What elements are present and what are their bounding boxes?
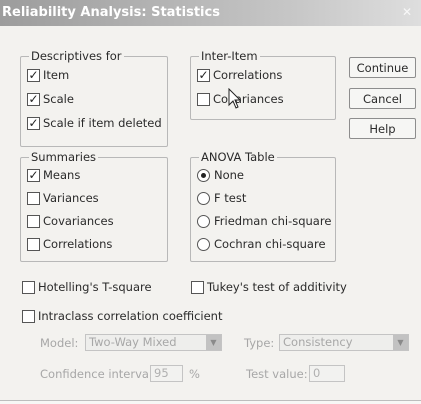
type-label: Type:	[244, 336, 275, 350]
close-icon[interactable]: ✕	[399, 4, 415, 20]
summaries-correlations-checkbox[interactable]	[27, 237, 40, 251]
descriptives-legend: Descriptives for	[29, 49, 124, 63]
anova-cochran-label: Cochran chi-square	[214, 237, 326, 251]
anova-none-label: None	[214, 168, 245, 182]
variances-label: Variances	[43, 191, 99, 205]
variances-checkbox-row[interactable]: Variances	[27, 189, 99, 207]
inter-item-correlations-row[interactable]: ✓ Correlations	[197, 66, 282, 84]
intraclass-checkbox-row[interactable]: Intraclass correlation coefficient	[22, 307, 222, 325]
anova-f-test-row[interactable]: F test	[197, 189, 246, 207]
inter-item-group: Inter-Item ✓ Correlations Covariances	[190, 49, 336, 120]
anova-friedman-row[interactable]: Friedman chi-square	[197, 212, 331, 230]
anova-f-test-radio[interactable]	[197, 191, 210, 205]
help-button[interactable]: Help	[349, 118, 416, 139]
reliability-statistics-dialog: Reliability Analysis: Statistics ✕ Descr…	[0, 0, 421, 401]
item-checkbox[interactable]: ✓	[27, 68, 40, 82]
summaries-group: Summaries ✓ Means Variances Covariances …	[20, 150, 168, 262]
scale-if-item-deleted-checkbox-row[interactable]: ✓ Scale if item deleted	[27, 114, 162, 132]
model-dropdown[interactable]: Two-Way Mixed ▼	[85, 334, 222, 351]
summaries-covariances-checkbox-row[interactable]: Covariances	[27, 212, 114, 230]
hotelling-label: Hotelling's T-square	[38, 280, 152, 294]
anova-table-group: ANOVA Table None F test Friedman chi-squ…	[190, 150, 336, 262]
scale-checkbox[interactable]: ✓	[27, 92, 40, 106]
anova-cochran-radio[interactable]	[197, 237, 210, 251]
intraclass-label: Intraclass correlation coefficient	[38, 309, 223, 323]
cancel-button[interactable]: Cancel	[349, 88, 416, 109]
summaries-correlations-checkbox-row[interactable]: Correlations	[27, 235, 112, 253]
anova-f-test-label: F test	[214, 191, 247, 205]
scale-checkbox-row[interactable]: ✓ Scale	[27, 90, 74, 108]
inter-item-correlations-checkbox[interactable]: ✓	[197, 68, 210, 82]
anova-cochran-row[interactable]: Cochran chi-square	[197, 235, 326, 253]
inter-item-legend: Inter-Item	[199, 49, 260, 63]
scale-if-item-deleted-label: Scale if item deleted	[43, 116, 162, 130]
descriptives-group: Descriptives for ✓ Item ✓ Scale ✓ Scale …	[20, 49, 168, 147]
inter-item-covariances-checkbox[interactable]	[197, 92, 210, 106]
summaries-correlations-label: Correlations	[43, 237, 113, 251]
anova-friedman-label: Friedman chi-square	[214, 214, 332, 228]
inter-item-correlations-label: Correlations	[213, 68, 283, 82]
confidence-percent-label: %	[189, 367, 200, 381]
variances-checkbox[interactable]	[27, 191, 40, 205]
item-label: Item	[43, 68, 70, 82]
tukey-checkbox-row[interactable]: Tukey's test of additivity	[191, 278, 347, 296]
summaries-covariances-label: Covariances	[43, 214, 114, 228]
confidence-interval-label: Confidence interval:	[40, 367, 157, 381]
item-checkbox-row[interactable]: ✓ Item	[27, 66, 69, 84]
type-dropdown[interactable]: Consistency ▼	[279, 334, 409, 351]
confidence-interval-input[interactable]: 95	[150, 365, 183, 382]
scale-label: Scale	[43, 92, 74, 106]
inter-item-covariances-label: Covariances	[213, 92, 284, 106]
summaries-covariances-checkbox[interactable]	[27, 214, 40, 228]
continue-button[interactable]: Continue	[349, 57, 416, 78]
type-value: Consistency	[283, 335, 353, 349]
summaries-legend: Summaries	[29, 150, 99, 164]
tukey-checkbox[interactable]	[191, 280, 204, 294]
hotelling-checkbox[interactable]	[22, 280, 35, 294]
test-value-label: Test value:	[246, 367, 308, 381]
hotelling-checkbox-row[interactable]: Hotelling's T-square	[22, 278, 152, 296]
chevron-down-icon: ▼	[206, 335, 221, 350]
test-value-input[interactable]: 0	[309, 365, 345, 382]
title-bar: Reliability Analysis: Statistics ✕	[0, 0, 421, 26]
means-checkbox[interactable]: ✓	[27, 168, 40, 182]
model-label: Model:	[40, 336, 79, 350]
anova-friedman-radio[interactable]	[197, 214, 210, 228]
model-value: Two-Way Mixed	[89, 335, 177, 349]
intraclass-checkbox[interactable]	[22, 309, 35, 323]
tukey-label: Tukey's test of additivity	[207, 280, 347, 294]
scale-if-item-deleted-checkbox[interactable]: ✓	[27, 116, 40, 130]
chevron-down-icon: ▼	[393, 335, 408, 350]
anova-none-radio[interactable]	[197, 168, 210, 182]
means-checkbox-row[interactable]: ✓ Means	[27, 166, 80, 184]
mouse-pointer-icon	[228, 88, 242, 109]
window-title: Reliability Analysis: Statistics	[2, 5, 220, 20]
anova-none-row[interactable]: None	[197, 166, 244, 184]
means-label: Means	[43, 168, 81, 182]
anova-table-legend: ANOVA Table	[199, 150, 277, 164]
